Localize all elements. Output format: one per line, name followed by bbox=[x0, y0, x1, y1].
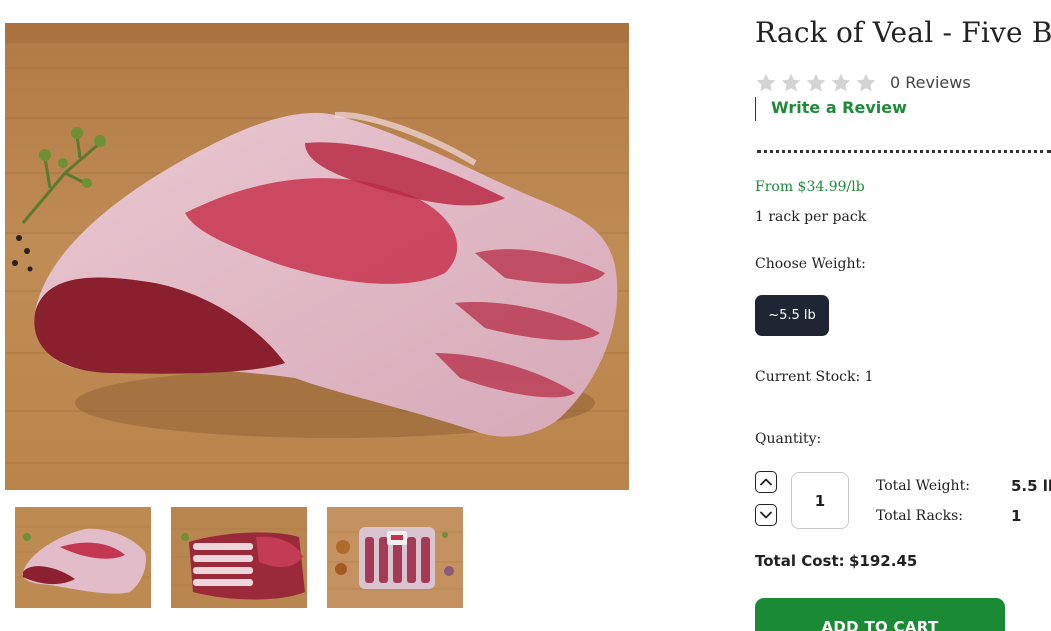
total-weight-value: 5.5 lb bbox=[1011, 477, 1051, 495]
thumbnail-2[interactable] bbox=[171, 507, 307, 608]
chevron-down-icon bbox=[760, 511, 772, 519]
star-icon bbox=[806, 73, 826, 92]
choose-weight-label: Choose Weight: bbox=[755, 256, 866, 272]
main-product-image[interactable] bbox=[5, 23, 629, 490]
write-review-link[interactable]: Write a Review bbox=[771, 98, 907, 117]
star-icon bbox=[856, 73, 876, 92]
total-racks-value: 1 bbox=[1011, 507, 1022, 525]
current-stock: Current Stock: 1 bbox=[755, 369, 874, 385]
product-title: Rack of Veal - Five Bone bbox=[755, 16, 1051, 49]
quantity-label: Quantity: bbox=[755, 431, 822, 447]
review-divider bbox=[755, 97, 756, 121]
total-cost-value: $192.45 bbox=[849, 552, 918, 570]
star-icon bbox=[781, 73, 801, 92]
total-weight-label: Total Weight: bbox=[876, 478, 970, 494]
total-racks-label: Total Racks: bbox=[876, 508, 964, 524]
reviews-count[interactable]: 0 Reviews bbox=[890, 73, 971, 92]
quantity-input[interactable]: 1 bbox=[791, 472, 849, 529]
thumbnail-1[interactable] bbox=[15, 507, 151, 608]
total-cost-label: Total Cost: bbox=[755, 552, 845, 570]
thumbnail-3[interactable] bbox=[327, 507, 463, 608]
quantity-decrease-button[interactable] bbox=[755, 504, 777, 526]
pack-size: 1 rack per pack bbox=[755, 209, 867, 225]
chevron-up-icon bbox=[760, 478, 772, 486]
quantity-increase-button[interactable] bbox=[755, 471, 777, 493]
rating-stars bbox=[755, 72, 877, 94]
star-icon bbox=[831, 73, 851, 92]
product-page: Rack of Veal - Five Bone 0 Reviews Write… bbox=[0, 0, 1051, 631]
add-to-cart-button[interactable]: ADD TO CART bbox=[755, 598, 1005, 631]
star-icon bbox=[756, 73, 776, 92]
price-per-lb: From $34.99/lb bbox=[755, 179, 865, 195]
weight-option-button[interactable]: ~5.5 lb bbox=[755, 295, 829, 336]
dotted-divider bbox=[757, 150, 1051, 153]
